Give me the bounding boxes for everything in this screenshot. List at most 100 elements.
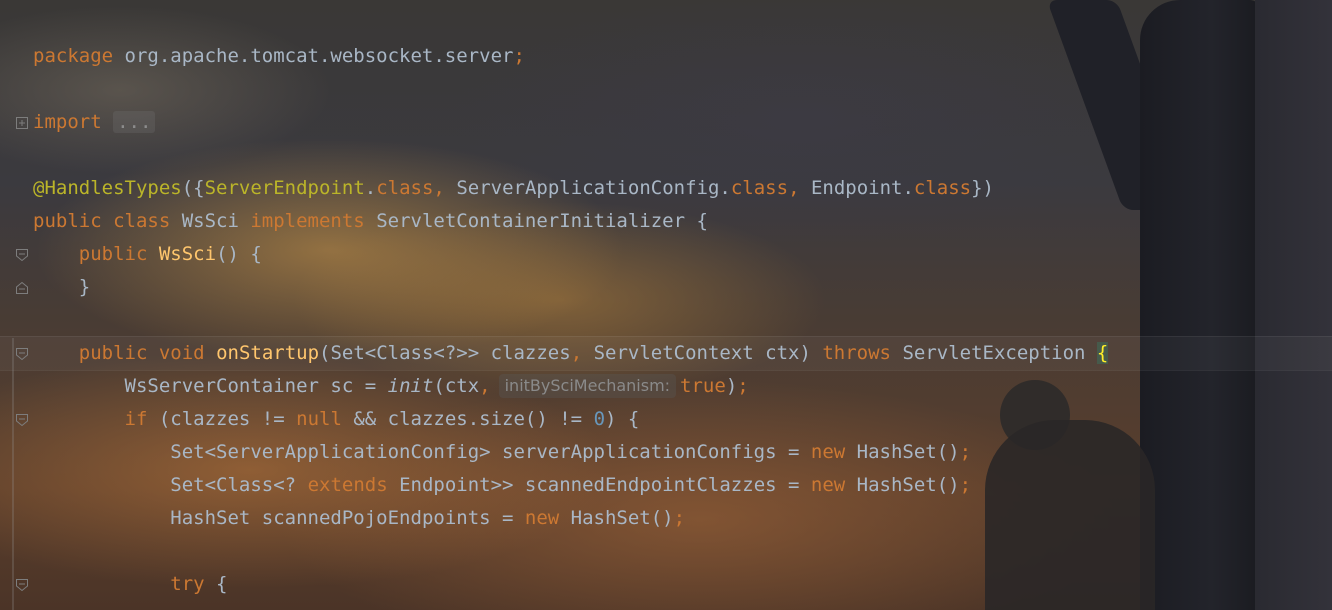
code-line[interactable]: WsServerContainer sc = init(ctx, initBySc… [0,370,1332,403]
code-text: WsServerContainer sc = init(ctx, initBySc… [33,370,749,403]
code-text: try { [33,568,228,601]
code-token: ; [737,375,749,397]
code-text: if (clazzes != null && clazzes.size() !=… [33,403,640,436]
code-token: new [810,474,846,496]
code-line[interactable]: if (clazzes != null && clazzes.size() !=… [0,403,1332,436]
code-text: public class WsSci implements ServletCon… [33,205,708,238]
code-token: ) { [605,408,640,430]
code-token: class [376,177,434,199]
fold-open-icon[interactable] [16,248,28,262]
code-token: { [1096,342,1109,364]
code-token: ServerApplicationConfig. [456,177,731,199]
fold-open-icon[interactable] [16,578,28,592]
code-text: import ... [33,106,156,139]
code-line[interactable] [0,139,1332,172]
code-token: implements [250,210,365,232]
code-token: Endpoint>> scannedEndpointClazzes = [387,474,811,496]
code-editor[interactable]: package org.apache.tomcat.websocket.serv… [0,40,1332,601]
code-line[interactable] [0,535,1332,568]
code-token: Set<ServerApplicationConfig> serverAppli… [170,441,811,463]
code-token: class [730,177,789,199]
code-token: HashSet scannedPojoEndpoints = [170,507,525,529]
code-line[interactable]: @HandlesTypes({ServerEndpoint.class, Ser… [0,172,1332,205]
code-token: , [479,375,491,397]
code-line[interactable]: Set<ServerApplicationConfig> serverAppli… [0,436,1332,469]
code-token: new [524,507,560,529]
code-token: onStartup [216,342,320,364]
code-token: ; [673,507,686,529]
code-token: ServletContext ctx) [593,342,823,364]
code-token: && clazzes.size() != [341,408,594,430]
code-token: { [204,573,228,595]
code-token: HashSet() [559,507,674,529]
code-token: , [788,177,811,199]
code-token: org.apache.tomcat.websocket.server [113,45,514,67]
code-token: WsSci [170,210,251,232]
code-line[interactable]: Set<Class<? extends Endpoint>> scannedEn… [0,469,1332,502]
code-token: } [78,276,91,298]
code-token: ServletException [891,342,1097,364]
fold-plus-icon[interactable] [16,116,28,130]
code-token: init [387,375,434,397]
code-line[interactable]: HashSet scannedPojoEndpoints = new HashS… [0,502,1332,535]
code-token: package [33,45,114,67]
code-text: Set<ServerApplicationConfig> serverAppli… [33,436,971,469]
code-token: WsSci [158,243,217,265]
code-line[interactable]: import ... [0,106,1332,139]
code-line[interactable]: try { [0,568,1332,601]
code-token: , [570,342,594,364]
code-token: }) [971,177,994,199]
code-token: null [296,408,342,430]
code-token: (Set<Class<?>> clazzes [319,342,571,364]
parameter-hint: initBySciMechanism: [498,374,677,398]
code-token: HashSet() [845,441,960,463]
code-line[interactable]: package org.apache.tomcat.websocket.serv… [0,40,1332,73]
code-token: WsServerContainer sc = [124,375,388,397]
code-text: package org.apache.tomcat.websocket.serv… [33,40,525,73]
code-token: (ctx [433,375,480,397]
code-token: Set<Class<? [170,474,308,496]
code-text: } [33,271,90,304]
code-token: ({ [181,177,205,199]
folded-imports[interactable]: ... [113,111,156,133]
code-token: (clazzes != [147,408,297,430]
code-token: 0 [593,408,606,430]
code-line[interactable]: } [0,271,1332,304]
code-text: public WsSci() { [33,238,262,271]
code-line[interactable]: public void onStartup(Set<Class<?>> claz… [0,337,1332,370]
code-token: @HandlesTypes [33,177,182,199]
code-token: () { [216,243,262,265]
code-token: ; [959,441,972,463]
code-token: Endpoint. [810,177,914,199]
fold-open-icon[interactable] [16,413,28,427]
code-line[interactable] [0,73,1332,106]
code-token: ServerEndpoint [204,177,365,199]
fold-close-icon[interactable] [16,281,28,295]
code-token: HashSet() [845,474,960,496]
code-token: ) [725,375,738,397]
code-text: public void onStartup(Set<Class<?>> claz… [33,337,1109,370]
code-token: public [78,243,148,265]
code-token: if [124,408,148,430]
code-line[interactable] [0,304,1332,337]
code-text: @HandlesTypes({ServerEndpoint.class, Ser… [33,172,994,205]
code-token: extends [307,474,388,496]
code-token: try [170,573,205,595]
code-text: Set<Class<? extends Endpoint>> scannedEn… [33,469,971,502]
code-text: HashSet scannedPojoEndpoints = new HashS… [33,502,685,535]
code-token: public class [33,210,171,232]
code-line[interactable]: public class WsSci implements ServletCon… [0,205,1332,238]
code-token: public void [78,342,205,364]
fold-open-icon[interactable] [16,347,28,361]
code-line[interactable]: public WsSci() { [0,238,1332,271]
code-token: throws [822,342,891,364]
code-token: , [433,177,457,199]
